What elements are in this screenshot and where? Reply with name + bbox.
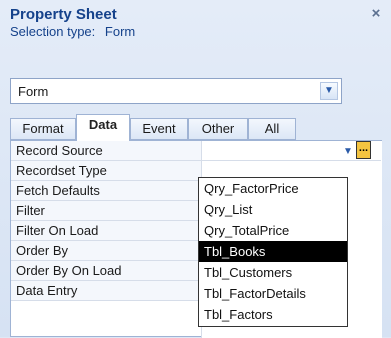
close-icon[interactable]: × (368, 6, 384, 22)
tab-event[interactable]: Event (130, 118, 188, 140)
tab-format[interactable]: Format (10, 118, 76, 140)
record-source-dropdown: Qry_FactorPrice Qry_List Qry_TotalPrice … (198, 177, 348, 327)
property-fetch-defaults[interactable]: Fetch Defaults (11, 181, 201, 201)
dropdown-option[interactable]: Tbl_Customers (199, 262, 347, 283)
dropdown-option[interactable]: Tbl_Factors (199, 304, 347, 325)
property-sheet-panel: Property Sheet × Selection type: Form Fo… (0, 0, 391, 338)
builder-button[interactable]: ... (356, 141, 371, 159)
tab-data[interactable]: Data (76, 114, 130, 141)
tab-other[interactable]: Other (188, 118, 248, 140)
tab-all[interactable]: All (248, 118, 296, 140)
dropdown-option[interactable]: Qry_TotalPrice (199, 220, 347, 241)
object-selector-combo[interactable]: Form ▼ (10, 78, 342, 104)
property-record-source[interactable]: Record Source (11, 141, 201, 161)
object-selector-value: Form (18, 84, 49, 99)
dropdown-option[interactable]: Qry_FactorPrice (199, 178, 347, 199)
dropdown-option[interactable]: Tbl_FactorDetails (199, 283, 347, 304)
property-order-by[interactable]: Order By (11, 241, 201, 261)
dropdown-option[interactable]: Qry_List (199, 199, 347, 220)
chevron-down-icon[interactable]: ▼ (320, 82, 338, 100)
property-recordset-type[interactable]: Recordset Type (11, 161, 201, 181)
property-data-entry[interactable]: Data Entry (11, 281, 201, 301)
dropdown-option-selected[interactable]: Tbl_Books (199, 241, 347, 262)
selection-type-value: Form (104, 24, 136, 39)
chevron-down-icon[interactable]: ▼ (341, 145, 355, 159)
property-filter[interactable]: Filter (11, 201, 201, 221)
selection-type-label: Selection type: (10, 24, 96, 39)
panel-title: Property Sheet (10, 6, 117, 23)
property-order-by-on-load[interactable]: Order By On Load (11, 261, 201, 281)
tab-strip: Format Data Event Other All (10, 114, 370, 141)
property-filter-on-load[interactable]: Filter On Load (11, 221, 201, 241)
selection-type: Selection type: Form (10, 24, 135, 39)
